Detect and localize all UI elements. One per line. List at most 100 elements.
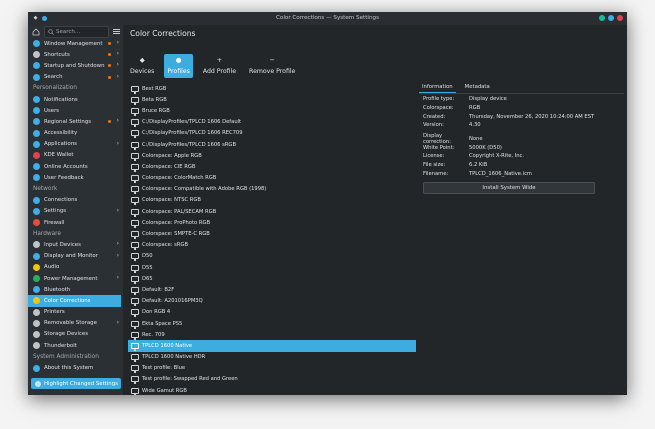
profile-row[interactable]: Colorspace: Apple RGB [128,150,416,161]
profile-row[interactable]: Wide Gamut RGB [128,385,416,395]
profile-row[interactable]: Ekta Space PS5 [128,318,416,329]
details-tabs: Information Metadata [419,83,624,94]
sidebar-item-startup-and-shutdown[interactable]: Startup and Shutdown › [28,60,123,71]
profile-row[interactable]: Test profile: Swapped Red and Green [128,374,416,385]
sidebar-item-color-corrections[interactable]: Color Corrections [28,295,121,307]
sidebar-item-accessibility[interactable]: Accessibility [28,128,123,139]
maximize-button[interactable] [608,15,614,21]
profile-row[interactable]: Colorspace: NTSC RGB [128,195,416,206]
detail-value: 5000K (D50) [469,144,502,151]
sidebar-item-search[interactable]: Search › [28,72,123,83]
profile-row[interactable]: D55 [128,262,416,273]
toolbar-add-profile-button[interactable]: + Add Profile [200,54,239,78]
detail-row: White Point: 5000K (D50) [419,143,624,152]
sidebar-item-window-management[interactable]: Window Management › [28,38,123,49]
sidebar-item-users[interactable]: Users [28,105,123,116]
page-title: Color Corrections [130,29,196,38]
sidebar-item-label: Power Management [44,275,98,282]
detail-value: Display device [469,96,507,103]
sidebar-item-storage-devices[interactable]: Storage Devices [28,329,123,340]
sidebar-item-firewall[interactable]: Firewall [28,217,123,228]
sidebar-item-input-devices[interactable]: Input Devices › [28,239,123,250]
sidebar-item-label: Firewall [44,219,65,226]
window-menu-icon[interactable]: ◆ [32,15,39,22]
toolbar-remove-profile-button[interactable]: − Remove Profile [246,54,298,78]
details-group-2: Display correction: None White Point: 5000K… [419,133,624,178]
profile-row[interactable]: Colorspace: Compatible with Adobe RGB (1… [128,184,416,195]
profile-row[interactable]: Colorspace: CIE RGB [128,161,416,172]
sidebar-item-user-feedback[interactable]: User Feedback [28,172,123,183]
profile-row[interactable]: Colorspace: SMPTE-C RGB [128,228,416,240]
sidebar-item-kde-wallet[interactable]: KDE Wallet [28,150,123,161]
profile-row[interactable]: TPLCD 1600 Native HDR [128,352,416,363]
profile-row[interactable]: Colorspace: ProPhoto RGB [128,217,416,228]
highlight-changed-settings-button[interactable]: Highlight Changed Settings [31,378,121,389]
toolbar-devices-button[interactable]: ◆ Devices [127,54,157,78]
profile-row[interactable]: Colorspace: PAL/SECAM RGB [128,206,416,217]
sidebar-item-notifications[interactable]: Notifications [28,94,123,105]
toolbar-profiles-button[interactable]: ● Profiles [164,54,193,78]
profile-row[interactable]: Default: A201016PM3Q [128,296,416,307]
toolbar: ◆ Devices ● Profiles + Add Profile − Remove Pro… [127,54,298,78]
sidebar-item-audio[interactable]: Audio [28,262,123,273]
profile-row[interactable]: C:/DisplayProfiles/TPLCD 1606 REC709 [128,128,416,139]
profile-name: C:/DisplayProfiles/TPLCD 1606 REC709 [142,130,243,137]
pin-icon[interactable] [42,16,47,21]
sidebar-item-settings[interactable]: Settings › [28,206,123,217]
sidebar-item-connections[interactable]: Connections [28,195,123,206]
sidebar-item-label: Settings [44,208,67,215]
profile-list[interactable]: Best RGB Beta RGB Bruce RGB C:/DisplayProfi… [128,83,416,395]
profile-row[interactable]: TPLCD 1600 Native [128,340,416,352]
profile-name: Don RGB 4 [142,309,171,316]
search-input[interactable]: Search... [44,25,109,38]
sidebar-item-regional-settings[interactable]: Regional Settings › [28,116,123,127]
profile-row[interactable]: D50 [128,251,416,262]
sidebar-item-shortcuts[interactable]: Shortcuts › [28,49,123,60]
profile-row[interactable]: Colorspace: ColorMatch RGB [128,173,416,184]
detail-value: 4.30 [469,122,481,129]
install-system-wide-button[interactable]: Install System Wide [423,182,595,195]
profile-row[interactable]: D65 [128,273,416,284]
sidebar-item-online-accounts[interactable]: Online Accounts [28,161,123,172]
sidebar-item-removable-storage[interactable]: Removable Storage › [28,318,123,329]
monitor-icon [131,320,139,329]
tab-information[interactable]: Information [419,83,456,93]
title-bar[interactable]: ◆ Color Corrections — System Settings [28,12,627,25]
accessibility-icon [33,129,40,137]
profile-row[interactable]: Don RGB 4 [128,307,416,318]
profile-name: Colorspace: NTSC RGB [142,197,201,204]
profile-row[interactable]: Test profile: Blue [128,363,416,374]
minimize-button[interactable] [599,15,605,21]
profile-row[interactable]: Bruce RGB [128,105,416,116]
profile-row[interactable]: Rec. 709 [128,329,416,340]
monitor-icon [131,253,139,262]
profile-row[interactable]: C:/DisplayProfiles/TPLCD 1606 Default [128,117,416,128]
sidebar-item-bluetooth[interactable]: Bluetooth [28,284,123,295]
tab-metadata[interactable]: Metadata [462,83,493,93]
sidebar-item-thunderbolt[interactable]: Thunderbolt [28,340,123,351]
hamburger-menu-icon[interactable] [113,28,120,35]
profile-name: Default: A201016PM3Q [142,298,203,305]
close-button[interactable] [617,15,623,21]
sidebar-item-power-management[interactable]: Power Management › [28,273,123,284]
sidebar-item-about-this-system[interactable]: About this System [28,362,123,373]
profile-row[interactable]: C:/DisplayProfiles/TPLCD 1606 sRGB [128,139,416,150]
home-icon[interactable] [31,27,40,36]
profile-row[interactable]: Beta RGB [128,94,416,105]
sidebar-item-printers[interactable]: Printers [28,307,123,318]
chevron-right-icon: › [116,50,119,58]
profile-name: Rec. 709 [142,331,165,338]
profile-name: Default: B2F [142,286,175,293]
bluetooth-icon [33,286,40,294]
sidebar-item-label: Notifications [44,96,78,103]
profile-row[interactable]: Best RGB [128,83,416,94]
chevron-right-icon: › [116,318,119,326]
profile-row[interactable]: Default: B2F [128,284,416,295]
sidebar-item-applications[interactable]: Applications › [28,139,123,150]
sidebar-item-display-and-monitor[interactable]: Display and Monitor › [28,251,123,262]
monitor-icon [131,186,139,195]
profile-row[interactable]: Colorspace: sRGB [128,240,416,251]
monitor-icon [131,298,139,307]
network-icon [33,196,40,204]
monitor-icon [131,175,139,184]
